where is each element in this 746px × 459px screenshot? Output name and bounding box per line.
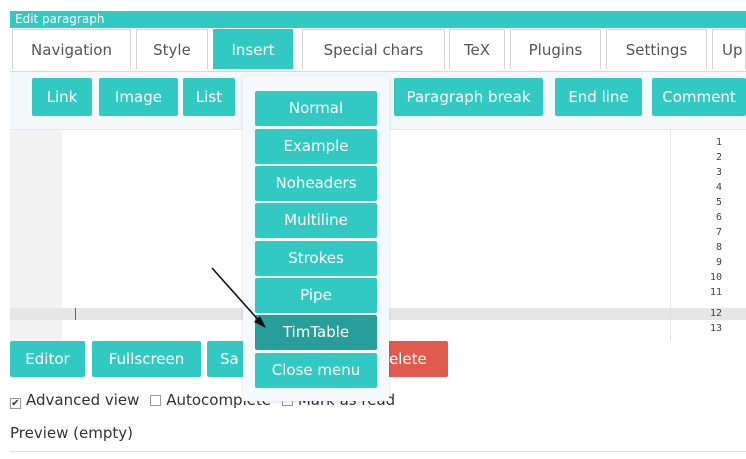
pointer-arrow-annotation [211,267,266,328]
